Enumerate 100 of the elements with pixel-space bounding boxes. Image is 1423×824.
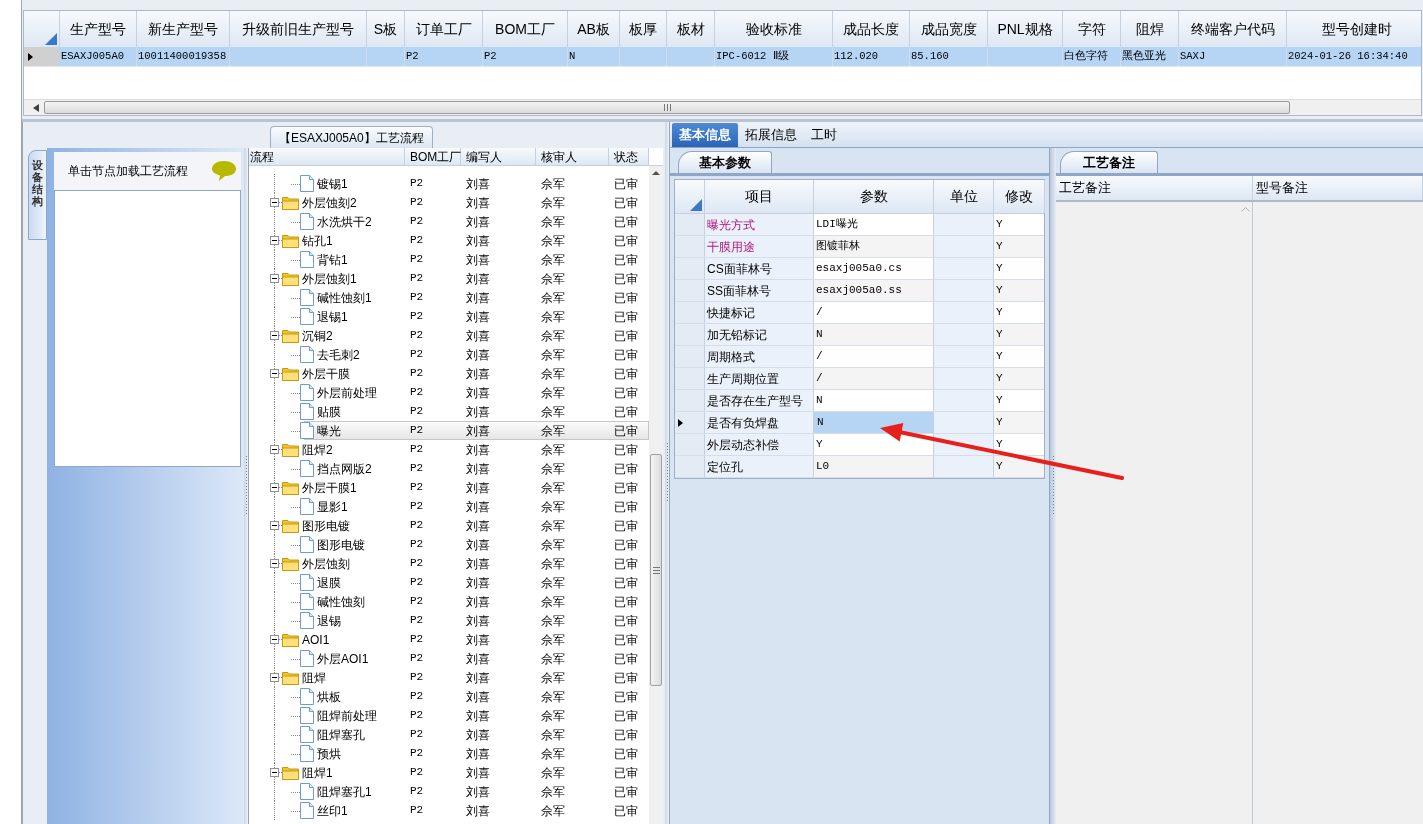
tree-item[interactable]: 外层前处理 <box>317 383 377 402</box>
selected-row-highlight[interactable] <box>304 421 649 440</box>
table-cell-text: 佘军 <box>541 593 565 611</box>
tree-item[interactable]: 去毛刺2 <box>317 345 360 364</box>
column-header[interactable]: BOM工厂 <box>483 11 568 47</box>
tree-item[interactable]: 外层蚀刻1 <box>302 269 357 288</box>
section-tab[interactable]: 工艺备注 <box>1060 151 1158 173</box>
collapse-icon[interactable] <box>270 559 279 568</box>
scrollbar-thumb[interactable] <box>650 454 662 686</box>
tree-item[interactable]: 阻焊塞孔 <box>317 725 365 744</box>
column-header[interactable]: 核审人 <box>536 148 609 165</box>
scrollbar-thumb[interactable] <box>44 101 1290 114</box>
column-header[interactable]: 型号备注 <box>1253 176 1423 200</box>
table-cell-text: P2 <box>410 499 424 515</box>
column-header[interactable]: 单位 <box>934 180 994 213</box>
collapse-icon[interactable] <box>270 521 279 530</box>
tree-item[interactable]: AOI1 <box>302 630 330 649</box>
row-header[interactable] <box>24 47 60 66</box>
tree-item[interactable]: 显影1 <box>317 497 348 516</box>
column-header[interactable]: 终端客户代码 <box>1179 11 1287 47</box>
tree-item[interactable]: 外层蚀刻 <box>302 554 350 573</box>
collapse-icon[interactable] <box>270 768 279 777</box>
collapse-icon[interactable] <box>270 673 279 682</box>
tree-item[interactable]: 碱性蚀刻 <box>317 592 365 611</box>
tree-item[interactable]: 镀锡1 <box>317 174 348 193</box>
tab[interactable]: 工时 <box>804 123 844 147</box>
tab[interactable]: 拓展信息 <box>738 123 804 147</box>
column-header[interactable]: 阻焊 <box>1121 11 1179 47</box>
tree-item[interactable]: 阻焊2 <box>302 440 333 459</box>
collapse-icon[interactable] <box>270 198 279 207</box>
collapse-icon[interactable] <box>270 274 279 283</box>
column-header[interactable]: 订单工厂 <box>405 11 483 47</box>
collapse-icon[interactable] <box>270 331 279 340</box>
column-header[interactable]: 生产型号 <box>60 11 137 47</box>
column-header[interactable]: 板厚 <box>620 11 667 47</box>
section-tab[interactable]: 基本参数 <box>678 151 772 173</box>
table-cell-text: P2 <box>406 48 419 64</box>
tree-item[interactable]: 阻焊前处理 <box>317 706 377 725</box>
tree-item[interactable]: 退锡 <box>317 611 341 630</box>
side-tab[interactable]: 设备结构 <box>28 150 47 240</box>
tree-item[interactable]: 外层AOI1 <box>317 649 369 668</box>
tab[interactable]: 基本信息 <box>672 123 738 147</box>
tree-item[interactable]: 阻焊塞孔1 <box>317 782 372 801</box>
column-header[interactable]: 成品宽度 <box>910 11 988 47</box>
collapse-icon[interactable] <box>270 483 279 492</box>
tree-item[interactable]: 沉铜2 <box>302 326 333 345</box>
tree-item[interactable]: 退膜 <box>317 573 341 592</box>
tree-item[interactable]: 水洗烘干2 <box>317 212 372 231</box>
tree-item[interactable]: 烘板 <box>317 687 341 706</box>
column-header[interactable]: 新生产型号 <box>137 11 230 47</box>
splitter-grip-icon[interactable] <box>1051 456 1055 516</box>
tree-item[interactable]: 碱性蚀刻1 <box>317 288 372 307</box>
column-header[interactable]: S板 <box>367 11 405 47</box>
collapse-icon[interactable] <box>270 445 279 454</box>
select-all-corner-icon[interactable] <box>45 33 57 45</box>
tree-item[interactable]: 图形电镀 <box>302 516 350 535</box>
tree-item[interactable]: 预烘 <box>317 744 341 763</box>
column-header[interactable]: 成品长度 <box>833 11 910 47</box>
column-header[interactable]: 板材 <box>667 11 715 47</box>
splitter-grip-icon[interactable] <box>665 443 669 503</box>
tree-item[interactable]: 背钻1 <box>317 250 348 269</box>
collapse-icon[interactable] <box>270 369 279 378</box>
column-header[interactable]: 型号创建时 <box>1287 11 1421 47</box>
table-cell-text: P2 <box>410 461 424 477</box>
select-all-corner-icon[interactable] <box>690 199 702 211</box>
table-cell[interactable]: N <box>814 412 934 433</box>
column-header[interactable]: 编写人 <box>461 148 536 165</box>
column-header[interactable]: 验收标准 <box>715 11 833 47</box>
table-cell-text: 佘军 <box>541 365 565 383</box>
tree-item[interactable]: 外层蚀刻2 <box>302 193 357 212</box>
column-header[interactable]: AB板 <box>568 11 620 47</box>
column-header[interactable]: 升级前旧生产型号 <box>230 11 367 47</box>
table-cell: 加无铅标记 <box>705 324 814 345</box>
tree-item[interactable]: 图形电镀 <box>317 535 365 554</box>
tree-item[interactable]: 外层干膜 <box>302 364 350 383</box>
column-header[interactable]: 参数 <box>814 180 934 213</box>
table-cell-text: 已审 <box>614 631 638 649</box>
tree-item[interactable]: 丝印1 <box>317 801 348 820</box>
tree-item[interactable]: 退锡1 <box>317 307 348 326</box>
column-header[interactable]: 流程 <box>249 148 405 165</box>
column-header[interactable]: BOM工厂 <box>405 148 461 165</box>
column-header[interactable]: 字符 <box>1063 11 1121 47</box>
column-header[interactable]: PNL规格 <box>988 11 1063 47</box>
table-cell-text: 佘军 <box>541 726 565 744</box>
tree-item[interactable]: 曝光 <box>317 421 341 440</box>
tree-item[interactable]: 挡点网版2 <box>317 459 372 478</box>
column-header[interactable]: 项目 <box>705 180 814 213</box>
tree-item[interactable]: 阻焊1 <box>302 763 333 782</box>
collapse-icon[interactable] <box>270 236 279 245</box>
column-header[interactable]: 状态 <box>609 148 649 165</box>
tree-item[interactable]: 阻焊 <box>302 668 326 687</box>
tree-item[interactable]: 外层干膜1 <box>302 478 357 497</box>
column-header[interactable]: 工艺备注 <box>1056 176 1253 200</box>
table-cell: 干膜用途 <box>705 236 814 257</box>
splitter-grip-icon[interactable] <box>244 456 248 516</box>
tree-item[interactable]: 钻孔1 <box>302 231 333 250</box>
collapse-icon[interactable] <box>270 635 279 644</box>
tree-item[interactable]: 贴膜 <box>317 402 341 421</box>
row-header[interactable] <box>675 412 705 433</box>
column-header[interactable]: 修改 <box>994 180 1045 213</box>
